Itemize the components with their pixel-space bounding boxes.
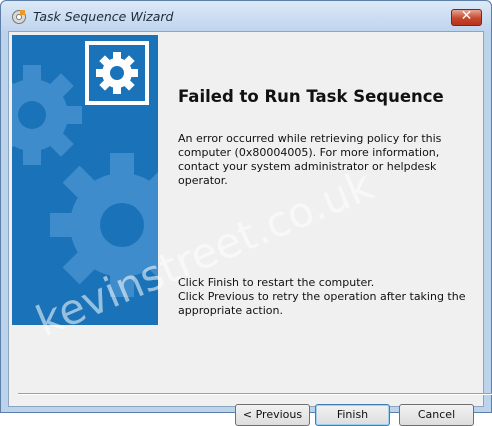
- wizard-window: Task Sequence Wizard ✕ Failed to Run Tas…: [0, 0, 492, 426]
- close-button[interactable]: ✕: [451, 8, 482, 26]
- window-title: Task Sequence Wizard: [33, 9, 174, 24]
- close-icon: ✕: [460, 8, 473, 24]
- title-bar[interactable]: Task Sequence Wizard ✕: [1, 1, 491, 31]
- gear-icon: [96, 52, 138, 94]
- instructions: Click Finish to restart the computer. Cl…: [178, 276, 478, 318]
- previous-button[interactable]: < Previous: [235, 404, 310, 426]
- instruction-previous: Click Previous to retry the operation af…: [178, 290, 466, 317]
- cancel-button[interactable]: Cancel: [399, 404, 474, 426]
- instruction-finish: Click Finish to restart the computer.: [178, 276, 375, 289]
- page-title: Failed to Run Task Sequence: [178, 87, 444, 106]
- finish-button[interactable]: Finish: [315, 404, 390, 426]
- divider: [18, 393, 492, 395]
- app-icon: [12, 10, 26, 24]
- gear-icon-box: [85, 41, 149, 105]
